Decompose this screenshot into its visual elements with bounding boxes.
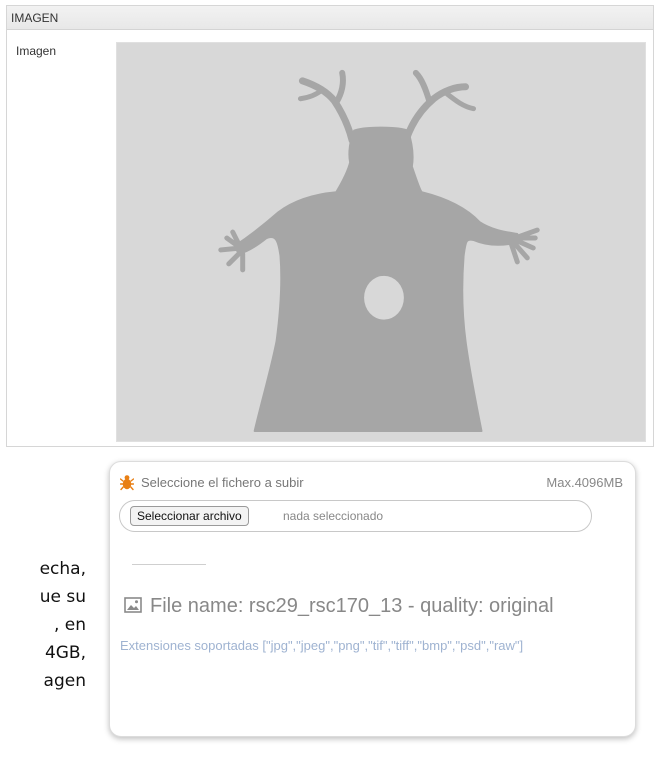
side-text-line: 4GB, [44, 643, 86, 663]
imagen-section: IMAGEN Imagen [6, 5, 654, 447]
side-text-line: ue su [39, 587, 86, 607]
image-preview [116, 42, 646, 442]
section-header: IMAGEN [7, 6, 653, 30]
field-label-imagen: Imagen [16, 44, 57, 58]
file-name-row: File name: rsc29_rsc170_13 - quality: or… [124, 595, 554, 618]
side-text-line: echa, [39, 559, 86, 579]
supported-extensions: Extensiones soportadas ["jpg","jpeg","pn… [120, 638, 524, 653]
side-text-line: agen [43, 671, 86, 691]
upload-panel: Seleccione el fichero a subir Max.4096MB… [109, 461, 636, 737]
divider [132, 564, 206, 565]
upload-prompt: Seleccione el fichero a subir [141, 475, 304, 490]
image-icon [124, 596, 142, 613]
file-status: nada seleccionado [283, 509, 384, 523]
upload-header: Seleccione el fichero a subir Max.4096MB [119, 474, 623, 492]
file-name-text: File name: rsc29_rsc170_13 - quality: or… [150, 595, 554, 617]
bug-icon [119, 474, 135, 491]
side-description-text: echa, ue su , en 4GB, agen [0, 555, 86, 695]
side-text-line: , en [53, 615, 86, 635]
max-size-label: Max.4096MB [546, 475, 623, 490]
file-input[interactable]: Seleccionar archivo nada seleccionado [119, 500, 592, 532]
choose-file-button[interactable]: Seleccionar archivo [130, 506, 249, 526]
petroglyph-figure-image [117, 43, 645, 441]
